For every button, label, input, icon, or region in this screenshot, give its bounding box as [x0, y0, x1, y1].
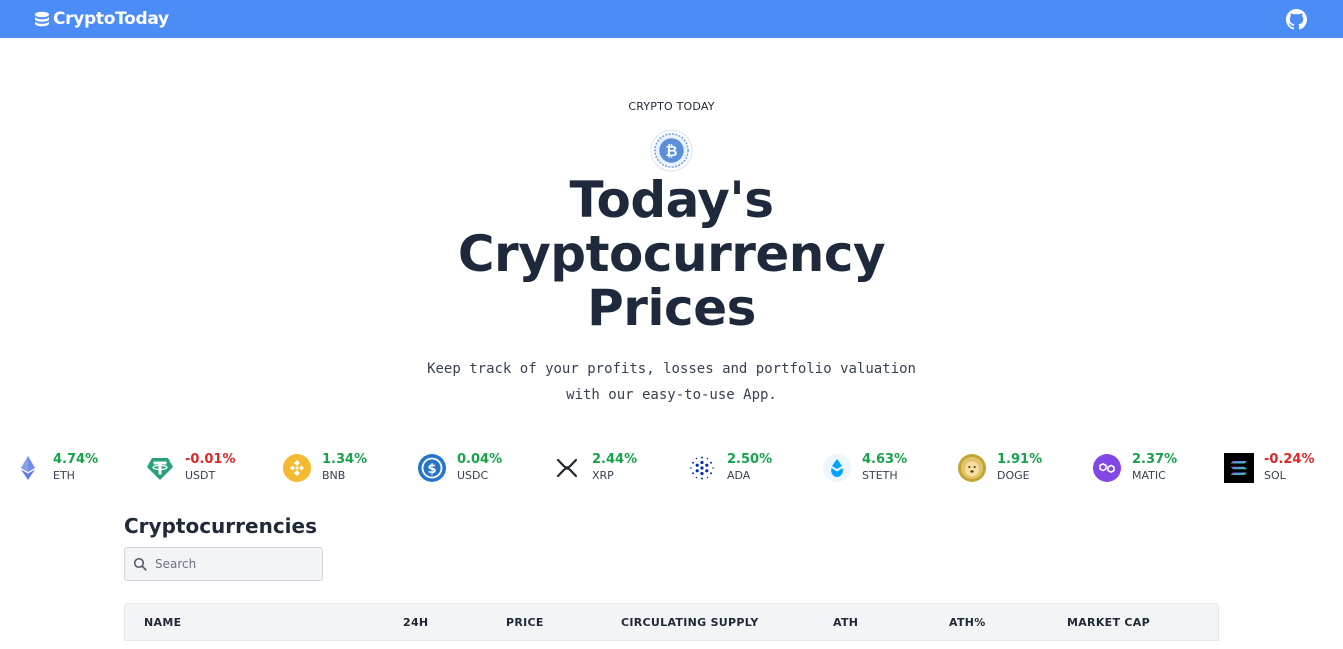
cardano-icon [690, 456, 714, 480]
ticker-symbol: STETH [862, 469, 898, 482]
ticker-item-usdc[interactable]: $ 0.04% USDC [417, 450, 502, 486]
ticker-change: -0.01% [185, 452, 236, 467]
ticker-item-eth[interactable]: 4.74% ETH [13, 450, 98, 486]
solana-icon [1224, 453, 1254, 483]
ticker-symbol: ADA [727, 469, 751, 482]
top-navbar: CryptoToday [0, 0, 1343, 38]
price-ticker: 4.74% ETH -0.01% USDT 1.34% BNB $ 0.04% … [0, 450, 1343, 486]
ticker-item-xrp[interactable]: 2.44% XRP [552, 450, 637, 486]
ticker-change: 4.74% [53, 452, 99, 467]
ticker-item-ada[interactable]: 2.50% ADA [687, 450, 772, 486]
hero-subtitle-line: with our easy-to-use App. [566, 387, 777, 403]
ticker-change: -0.24% [1264, 452, 1315, 467]
brand-link[interactable]: CryptoToday [33, 9, 169, 29]
ethereum-icon [21, 456, 35, 480]
column-header-ath[interactable]: ATH [833, 604, 858, 642]
hero-title-line: Today's [569, 171, 774, 229]
column-header-circulating-supply[interactable]: CIRCULATING SUPPLY [621, 604, 759, 642]
polygon-icon [1093, 454, 1121, 482]
ticker-item-matic[interactable]: 2.37% MATIC [1092, 450, 1177, 486]
hero-title-line: Prices [587, 279, 756, 337]
ticker-symbol: SOL [1264, 469, 1286, 482]
ticker-item-bnb[interactable]: 1.34% BNB [282, 450, 367, 486]
search-input[interactable] [155, 557, 305, 571]
tether-icon [147, 458, 173, 480]
column-header-market-cap[interactable]: MARKET CAP [1067, 604, 1150, 642]
hero-eyebrow: CRYPTO TODAY [628, 100, 715, 113]
ticker-change: 0.04% [457, 452, 503, 467]
ticker-change: 2.50% [727, 452, 773, 467]
column-header-ath-percent[interactable]: ATH% [949, 604, 986, 642]
hero-title: Today's Cryptocurrency Prices [0, 173, 1343, 335]
crypto-table-header: NAME 24H PRICE CIRCULATING SUPPLY ATH AT… [124, 603, 1219, 641]
coins-stack-icon [35, 11, 49, 27]
brand-name: CryptoToday [53, 9, 169, 29]
column-header-24h[interactable]: 24H [403, 604, 428, 642]
ticker-item-usdt[interactable]: -0.01% USDT [145, 450, 236, 486]
column-header-price[interactable]: PRICE [506, 604, 544, 642]
ticker-symbol: MATIC [1132, 469, 1166, 482]
ticker-change: 4.63% [862, 452, 908, 467]
usdc-icon: $ [418, 454, 446, 482]
svg-text:₿: ₿ [666, 143, 678, 160]
hero-subtitle-line: Keep track of your profits, losses and p… [427, 361, 916, 377]
ticker-symbol: ETH [53, 469, 75, 482]
ticker-change: 2.44% [592, 452, 638, 467]
bnb-icon [283, 454, 311, 482]
ticker-item-steth[interactable]: 4.63% STETH [822, 450, 907, 486]
dogecoin-icon [958, 454, 986, 482]
ticker-symbol: USDT [185, 469, 216, 482]
ticker-symbol: DOGE [997, 469, 1030, 482]
ticker-change: 2.37% [1132, 452, 1178, 467]
ticker-symbol: USDC [457, 469, 489, 482]
ticker-symbol: BNB [322, 469, 346, 482]
ticker-item-sol[interactable]: -0.24% SOL [1224, 450, 1315, 486]
cryptocurrencies-heading: Cryptocurrencies [124, 514, 317, 538]
ticker-change: 1.34% [322, 452, 368, 467]
ticker-change: 1.91% [997, 452, 1043, 467]
hero-title-line: Cryptocurrency [457, 225, 886, 283]
search-field[interactable] [124, 547, 323, 581]
lido-steth-icon [823, 454, 851, 482]
ticker-symbol: XRP [592, 469, 614, 482]
bitcoin-coin-icon: ₿ [650, 129, 693, 172]
hero-subtitle: Keep track of your profits, losses and p… [0, 356, 1343, 408]
github-link[interactable] [1286, 8, 1307, 30]
column-header-name[interactable]: NAME [144, 604, 181, 642]
svg-text:$: $ [427, 462, 436, 477]
github-icon [1286, 8, 1307, 29]
xrp-icon [556, 458, 578, 478]
search-icon [133, 557, 147, 571]
ticker-item-doge[interactable]: 1.91% DOGE [957, 450, 1042, 486]
